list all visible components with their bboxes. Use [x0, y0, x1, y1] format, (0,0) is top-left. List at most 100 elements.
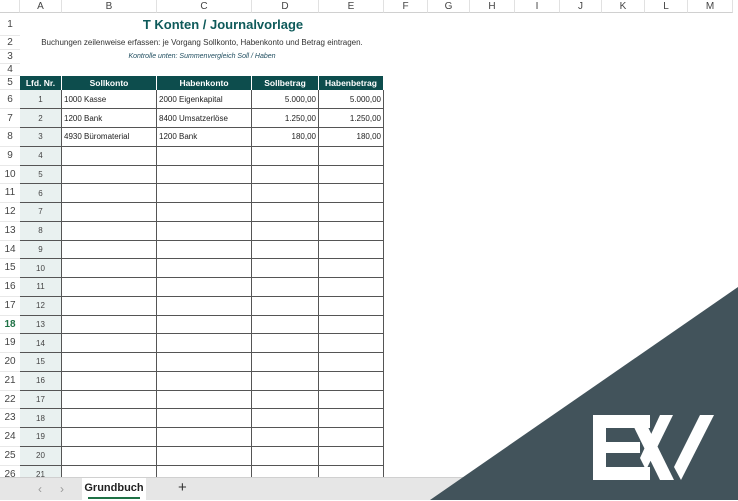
- table-cell[interactable]: [157, 146, 252, 166]
- table-cell[interactable]: 5.000,00: [319, 90, 384, 109]
- row-header-15[interactable]: 15: [0, 259, 20, 278]
- row-header-8[interactable]: 8: [0, 128, 20, 147]
- row-number-cell[interactable]: 21: [20, 465, 62, 477]
- table-cell[interactable]: [252, 353, 319, 372]
- table-cell[interactable]: [252, 334, 319, 353]
- table-cell[interactable]: 8400 Umsatzerlöse: [157, 109, 252, 128]
- table-cell[interactable]: 1200 Bank: [157, 128, 252, 147]
- sheet-tab-grundbuch[interactable]: Grundbuch: [82, 478, 146, 501]
- table-cell[interactable]: [319, 203, 384, 222]
- row-header-23[interactable]: 23: [0, 409, 20, 428]
- row-number-cell[interactable]: 9: [20, 240, 62, 260]
- row-header-9[interactable]: 9: [0, 146, 20, 166]
- table-cell[interactable]: 180,00: [319, 128, 384, 147]
- row-number-cell[interactable]: 18: [20, 409, 62, 428]
- table-cell[interactable]: [252, 240, 319, 260]
- table-cell[interactable]: [157, 465, 252, 477]
- row-number-cell[interactable]: 5: [20, 165, 62, 185]
- table-cell[interactable]: [62, 278, 157, 297]
- column-header-B[interactable]: B: [62, 0, 157, 13]
- table-cell[interactable]: [252, 409, 319, 428]
- row-number-cell[interactable]: 4: [20, 146, 62, 166]
- table-cell[interactable]: 180,00: [252, 128, 319, 147]
- column-header-C[interactable]: C: [157, 0, 252, 13]
- table-cell[interactable]: [157, 278, 252, 297]
- table-cell[interactable]: [62, 203, 157, 222]
- row-header-22[interactable]: 22: [0, 390, 20, 410]
- prev-sheet-icon[interactable]: ‹: [38, 482, 42, 496]
- table-cell[interactable]: [62, 240, 157, 260]
- table-cell[interactable]: 1.250,00: [319, 109, 384, 128]
- row-number-cell[interactable]: 7: [20, 203, 62, 222]
- spreadsheet-grid[interactable]: T Konten / Journalvorlage Buchungen zeil…: [0, 0, 738, 477]
- table-cell[interactable]: [157, 240, 252, 260]
- table-cell[interactable]: [319, 146, 384, 166]
- table-cell[interactable]: 1200 Bank: [62, 109, 157, 128]
- table-cell[interactable]: [319, 165, 384, 185]
- row-number-cell[interactable]: 19: [20, 428, 62, 447]
- table-cell[interactable]: [319, 428, 384, 447]
- table-cell[interactable]: [157, 390, 252, 410]
- table-cell[interactable]: [62, 146, 157, 166]
- column-header-F[interactable]: F: [384, 0, 428, 13]
- column-header-G[interactable]: G: [428, 0, 470, 13]
- table-cell[interactable]: 2000 Eigenkapital: [157, 90, 252, 109]
- column-header-K[interactable]: K: [602, 0, 645, 13]
- row-header-12[interactable]: 12: [0, 203, 20, 222]
- table-cell[interactable]: 1000 Kasse: [62, 90, 157, 109]
- table-cell[interactable]: [319, 221, 384, 241]
- table-cell[interactable]: [157, 428, 252, 447]
- row-number-cell[interactable]: 11: [20, 278, 62, 297]
- table-cell[interactable]: [62, 259, 157, 278]
- row-header-17[interactable]: 17: [0, 296, 20, 316]
- row-header-20[interactable]: 20: [0, 353, 20, 372]
- table-cell[interactable]: [319, 315, 384, 335]
- row-header-26[interactable]: 26: [0, 465, 20, 477]
- table-cell[interactable]: [319, 371, 384, 391]
- table-cell[interactable]: [62, 446, 157, 466]
- table-cell[interactable]: 5.000,00: [252, 90, 319, 109]
- table-cell[interactable]: [319, 296, 384, 316]
- row-number-cell[interactable]: 3: [20, 128, 62, 147]
- table-cell[interactable]: [252, 315, 319, 335]
- column-header-I[interactable]: I: [515, 0, 560, 13]
- row-header-16[interactable]: 16: [0, 278, 20, 297]
- table-cell[interactable]: [62, 221, 157, 241]
- table-cell[interactable]: [62, 428, 157, 447]
- table-cell[interactable]: [319, 334, 384, 353]
- row-header-18[interactable]: 18: [0, 315, 20, 335]
- row-number-cell[interactable]: 17: [20, 390, 62, 410]
- row-header-21[interactable]: 21: [0, 371, 20, 391]
- table-cell[interactable]: [62, 184, 157, 203]
- table-cell[interactable]: [157, 184, 252, 203]
- row-header-19[interactable]: 19: [0, 334, 20, 353]
- add-sheet-button[interactable]: +: [178, 479, 187, 496]
- row-number-cell[interactable]: 20: [20, 446, 62, 466]
- row-number-cell[interactable]: 6: [20, 184, 62, 203]
- table-cell[interactable]: [319, 240, 384, 260]
- table-cell[interactable]: [157, 353, 252, 372]
- column-header-A[interactable]: A: [20, 0, 62, 13]
- table-cell[interactable]: [157, 315, 252, 335]
- table-cell[interactable]: [252, 203, 319, 222]
- table-cell[interactable]: 1.250,00: [252, 109, 319, 128]
- table-cell[interactable]: [62, 165, 157, 185]
- table-cell[interactable]: [319, 184, 384, 203]
- column-header-L[interactable]: L: [645, 0, 688, 13]
- table-cell[interactable]: [157, 296, 252, 316]
- row-header-24[interactable]: 24: [0, 428, 20, 447]
- table-cell[interactable]: [62, 334, 157, 353]
- table-cell[interactable]: [252, 428, 319, 447]
- table-cell[interactable]: [62, 353, 157, 372]
- row-number-cell[interactable]: 8: [20, 221, 62, 241]
- table-cell[interactable]: [319, 353, 384, 372]
- table-cell[interactable]: [252, 259, 319, 278]
- row-header-2[interactable]: 2: [0, 36, 20, 50]
- row-header-13[interactable]: 13: [0, 221, 20, 241]
- column-header-H[interactable]: H: [470, 0, 515, 13]
- row-header-5[interactable]: 5: [0, 76, 20, 90]
- row-number-cell[interactable]: 15: [20, 353, 62, 372]
- table-cell[interactable]: 4930 Büromaterial: [62, 128, 157, 147]
- table-cell[interactable]: [319, 409, 384, 428]
- table-cell[interactable]: [252, 278, 319, 297]
